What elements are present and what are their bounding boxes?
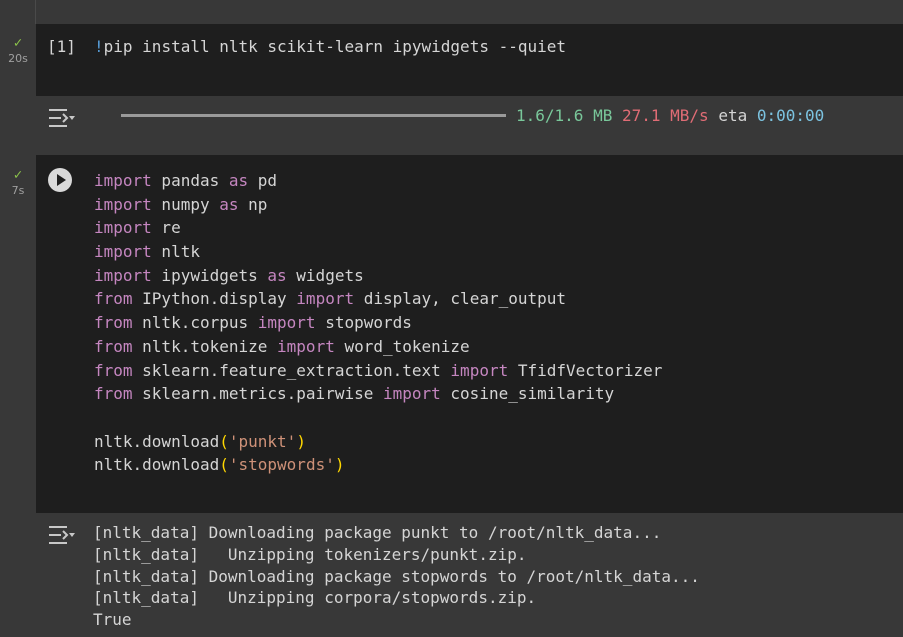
code-line[interactable]: from nltk.tokenize import word_tokenize (94, 335, 662, 359)
code-token: ( (219, 431, 229, 451)
code-token: IPython.display (132, 289, 297, 309)
code-line[interactable]: import re (94, 216, 662, 240)
code-token: import (277, 336, 335, 356)
cell1-exec-count: [1] (47, 37, 76, 56)
code-token: widgets (286, 265, 364, 285)
check-icon: ✓ (13, 167, 23, 183)
cell1-status: ✓ 20s (0, 36, 36, 65)
code-token: import (257, 313, 316, 333)
output-collapse-icon[interactable] (47, 523, 77, 547)
code-token: pd (248, 171, 278, 190)
code-token: from (94, 336, 133, 356)
code-token: nltk.corpus (132, 313, 258, 333)
code-token: as (267, 265, 287, 285)
code-token: as (228, 171, 249, 190)
download-progress-bar (121, 114, 506, 117)
code-token: nltk.download (94, 431, 220, 451)
code-token: pandas (151, 171, 229, 190)
output-line: True (93, 610, 132, 630)
code-line[interactable]: import numpy as np (94, 193, 662, 217)
code-line[interactable]: from sklearn.metrics.pairwise import cos… (94, 382, 662, 406)
code-token: from (94, 360, 133, 380)
code-token: import (450, 360, 509, 380)
progress-speed: 27.1 MB/s (621, 106, 709, 125)
code-token: from (94, 289, 133, 309)
code-token: TfidfVectorizer (508, 360, 663, 380)
code-line[interactable] (94, 406, 662, 430)
output-collapse-icon[interactable] (47, 106, 77, 130)
code-token: word_tokenize (334, 336, 470, 356)
code-token: re (151, 218, 181, 238)
code-token: ( (219, 455, 229, 475)
cell1-code-editor[interactable] (36, 24, 903, 96)
cell1-output (36, 96, 903, 155)
output-line: [nltk_data] Unzipping corpora/stopwords.… (93, 588, 537, 608)
code-token: ) (296, 431, 306, 451)
progress-eta-label: eta (718, 106, 748, 125)
cell1-duration: 20s (8, 52, 28, 65)
code-token: numpy (151, 194, 220, 214)
code-token: import (94, 218, 152, 238)
code-line[interactable]: import ipywidgets as widgets (94, 264, 662, 288)
code-token: import (94, 242, 152, 262)
gutter-divider (35, 0, 36, 24)
code-token: import (94, 265, 152, 285)
code-token: stopwords (315, 313, 412, 333)
output-line: [nltk_data] Unzipping tokenizers/punkt.z… (93, 544, 527, 564)
cell2-duration: 7s (11, 184, 25, 197)
code-token: import (94, 171, 152, 190)
code-token: np (238, 194, 268, 214)
code-token: nltk.download (94, 455, 220, 475)
progress-eta: 0:00:00 (756, 106, 825, 125)
code-token: sklearn.feature_extraction.text (132, 360, 451, 380)
cell1-command: pip install nltk scikit-learn ipywidgets… (103, 37, 567, 56)
code-token: as (219, 194, 239, 214)
code-line[interactable]: nltk.download('punkt') (94, 430, 662, 454)
progress-size: 1.6/1.6 MB (516, 106, 613, 125)
code-token: import (94, 194, 152, 214)
code-line[interactable]: nltk.download('stopwords') (94, 453, 662, 477)
code-token: nltk.tokenize (132, 336, 278, 356)
cell2-status: ✓ 7s (0, 168, 36, 197)
code-token: nltk (151, 242, 200, 262)
cell1-code-line[interactable]: !pip install nltk scikit-learn ipywidget… (94, 37, 566, 56)
code-token: cosine_similarity (440, 384, 615, 404)
top-strip (0, 0, 903, 24)
download-progress-fill (121, 114, 506, 117)
code-token: ipywidgets (151, 265, 268, 285)
progress-readout: 1.6/1.6 MB 27.1 MB/s eta 0:00:00 (516, 106, 824, 125)
code-token: import (296, 289, 355, 309)
code-line[interactable]: import pandas as pd (94, 169, 662, 193)
output-line: [nltk_data] Downloading package stopword… (93, 566, 700, 586)
code-token: from (94, 313, 133, 333)
code-token: ) (334, 455, 345, 475)
code-line[interactable]: from sklearn.feature_extraction.text imp… (94, 359, 662, 383)
code-token: 'stopwords' (228, 455, 335, 475)
play-icon[interactable] (48, 168, 72, 192)
code-line[interactable]: from IPython.display import display, cle… (94, 287, 662, 311)
check-icon: ✓ (13, 35, 23, 51)
output-line: [nltk_data] Downloading package punkt to… (93, 523, 662, 542)
code-token: from (94, 384, 133, 404)
code-token: sklearn.metrics.pairwise (132, 384, 383, 404)
code-token: import (382, 384, 441, 404)
code-token: display, clear_output (354, 289, 567, 309)
cell2-code-lines[interactable]: import pandas as pd import numpy as np imp… (94, 169, 662, 477)
code-line[interactable]: from nltk.corpus import stopwords (94, 311, 662, 335)
code-line[interactable]: import nltk (94, 240, 662, 264)
code-token: 'punkt' (228, 431, 297, 451)
cell1-bang: ! (94, 37, 104, 56)
cell2-output-lines: [nltk_data] Downloading package punkt to… (93, 522, 700, 631)
